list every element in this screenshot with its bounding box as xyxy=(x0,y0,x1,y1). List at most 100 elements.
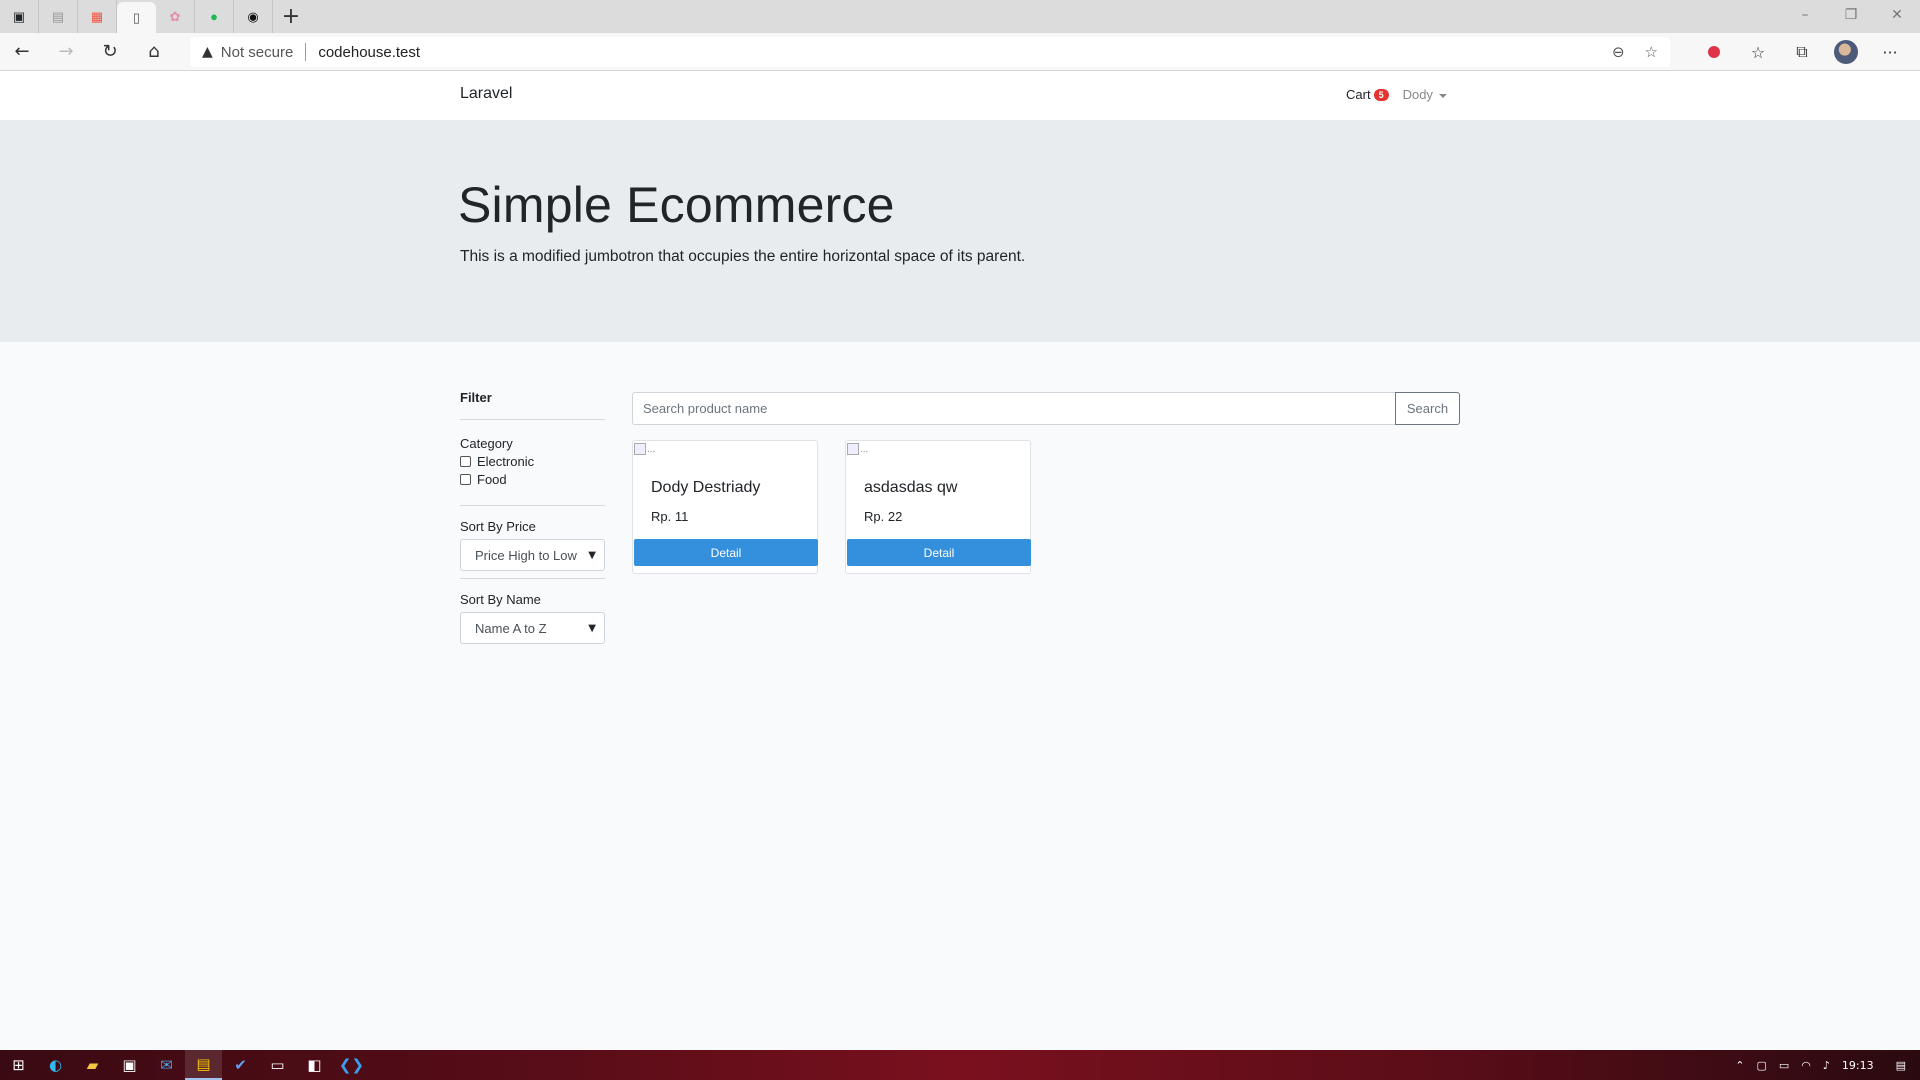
brand-link[interactable]: Laravel xyxy=(460,85,512,103)
extension-button[interactable] xyxy=(1692,33,1736,71)
browser-tab[interactable]: ▦ xyxy=(78,0,117,33)
taskbar-app-mail[interactable]: ✉ xyxy=(148,1050,185,1080)
browser-tab-strip: ▣ ▤ ▦ ▯ ✿ ● ◉ + – ❐ ✕ xyxy=(0,0,1920,33)
github-icon: ◉ xyxy=(247,9,259,24)
chevron-up-icon[interactable]: ⌃ xyxy=(1735,1059,1744,1072)
wifi-icon[interactable]: ◠ xyxy=(1801,1059,1811,1072)
taskbar-app-sticky[interactable]: ▤ xyxy=(185,1050,222,1080)
category-option-electronic[interactable]: Electronic xyxy=(460,454,605,469)
device-icon[interactable]: ▢ xyxy=(1756,1059,1766,1072)
divider xyxy=(460,419,605,420)
close-window-button[interactable]: ✕ xyxy=(1874,0,1920,30)
cart-link[interactable]: Cart 5 xyxy=(1346,87,1389,102)
page-icon: ▤ xyxy=(51,9,65,24)
address-separator xyxy=(305,43,307,61)
detail-button[interactable]: Detail xyxy=(634,539,818,566)
collections-button[interactable]: ⧉ xyxy=(1780,33,1824,71)
product-image: ... xyxy=(634,443,655,455)
forward-button[interactable]: → xyxy=(44,33,88,71)
browser-tab[interactable]: ▤ xyxy=(39,0,78,33)
folder-icon: ▰ xyxy=(86,1056,99,1074)
sort-price-select[interactable]: Price High to Low ▼ xyxy=(460,539,605,571)
favorites-button[interactable]: ☆ xyxy=(1736,33,1780,71)
back-arrow-icon: ← xyxy=(14,41,30,62)
taskbar-app-store[interactable]: ▣ xyxy=(111,1050,148,1080)
security-label[interactable]: Not secure xyxy=(221,44,294,61)
broken-image-icon xyxy=(847,443,859,455)
reload-button[interactable]: ↻ xyxy=(88,33,132,71)
windows-icon: ⊞ xyxy=(12,1056,25,1074)
sort-name-select[interactable]: Name A to Z ▼ xyxy=(460,612,605,644)
forward-arrow-icon: → xyxy=(58,41,74,62)
new-tab-button[interactable]: + xyxy=(273,0,309,33)
taskbar-app-terminal[interactable]: ▭ xyxy=(259,1050,296,1080)
product-name: asdasdas qw xyxy=(864,479,958,496)
divider xyxy=(460,505,605,506)
restore-button[interactable]: ❐ xyxy=(1828,0,1874,30)
food-checkbox[interactable] xyxy=(460,474,471,485)
record-icon xyxy=(1708,46,1720,58)
nav-right: Cart 5 Dody xyxy=(1346,87,1447,102)
profile-button[interactable] xyxy=(1824,33,1868,71)
check-icon: ✔ xyxy=(234,1056,247,1074)
avatar xyxy=(1834,40,1858,64)
broken-image-icon xyxy=(634,443,646,455)
favorites-icon: ☆ xyxy=(1750,42,1766,62)
site-navbar: Laravel Cart 5 Dody xyxy=(0,71,1920,120)
cart-label: Cart xyxy=(1346,87,1371,102)
browser-toolbar: ← → ↻ ⌂ ▲ Not secure codehouse.test ⊖ ☆ … xyxy=(0,33,1920,71)
address-bar[interactable]: ▲ Not secure codehouse.test ⊖ ☆ xyxy=(190,37,1670,67)
filter-sidebar: Filter Category Electronic Food Sort By … xyxy=(460,390,605,644)
settings-more-button[interactable]: ··· xyxy=(1868,33,1912,71)
minimize-button[interactable]: – xyxy=(1782,0,1828,30)
home-button[interactable]: ⌂ xyxy=(132,33,176,71)
home-icon: ⌂ xyxy=(148,41,160,62)
filter-title: Filter xyxy=(460,390,492,405)
add-favorite-icon[interactable]: ☆ xyxy=(1645,43,1658,61)
unity-icon: ◧ xyxy=(307,1056,322,1074)
zoom-out-icon[interactable]: ⊖ xyxy=(1612,43,1625,61)
terminal-icon: ▭ xyxy=(270,1056,285,1074)
chevron-down-icon: ▼ xyxy=(588,549,596,561)
start-button[interactable]: ⊞ xyxy=(0,1050,37,1080)
category-option-food[interactable]: Food xyxy=(460,472,605,487)
window-controls: – ❐ ✕ xyxy=(1782,0,1920,30)
taskbar-app-unity[interactable]: ◧ xyxy=(296,1050,333,1080)
divider xyxy=(460,578,605,579)
taskbar-app-vscode[interactable]: ❮❯ xyxy=(333,1050,370,1080)
badge-icon: ● xyxy=(210,9,218,24)
product-price: Rp. 11 xyxy=(651,509,689,524)
browser-tab[interactable]: ● xyxy=(195,0,234,33)
reload-icon: ↻ xyxy=(102,41,118,62)
more-icon: ··· xyxy=(1882,42,1898,62)
taskbar-app-todo[interactable]: ✔ xyxy=(222,1050,259,1080)
edge-icon: ◐ xyxy=(48,1056,63,1074)
electronic-checkbox[interactable] xyxy=(460,456,471,467)
taskbar-app-edge[interactable]: ◐ xyxy=(37,1050,74,1080)
user-dropdown[interactable]: Dody xyxy=(1403,87,1447,102)
tab-actions-button[interactable]: ▣ xyxy=(0,0,39,33)
product-card: ... asdasdas qw Rp. 22 Detail xyxy=(845,440,1031,574)
jumbotron: Simple Ecommerce This is a modified jumb… xyxy=(0,120,1920,342)
checkbox-label: Electronic xyxy=(477,454,535,469)
windows-taskbar: ⊞ ◐ ▰ ▣ ✉ ▤ ✔ ▭ ◧ ❮❯ ⌃ ▢ ▭ ◠ ♪ 19:13 ▤ xyxy=(0,1050,1920,1080)
volume-icon[interactable]: ♪ xyxy=(1823,1059,1830,1072)
sort-price-label: Sort By Price xyxy=(460,519,536,534)
tab-actions-icon: ▣ xyxy=(12,9,26,24)
taskbar-app-explorer[interactable]: ▰ xyxy=(74,1050,111,1080)
battery-icon[interactable]: ▭ xyxy=(1779,1059,1789,1072)
browser-tab[interactable]: ✿ xyxy=(156,0,195,33)
url-text[interactable]: codehouse.test xyxy=(318,44,420,61)
detail-button[interactable]: Detail xyxy=(847,539,1031,566)
system-tray: ⌃ ▢ ▭ ◠ ♪ 19:13 ▤ xyxy=(1729,1050,1920,1080)
browser-tab-active[interactable]: ▯ xyxy=(117,2,156,33)
search-button[interactable]: Search xyxy=(1395,392,1460,425)
back-button[interactable]: ← xyxy=(0,33,44,71)
search-input[interactable]: Search product name xyxy=(632,392,1396,425)
clock[interactable]: 19:13 xyxy=(1842,1059,1874,1072)
jumbotron-lead: This is a modified jumbotron that occupi… xyxy=(460,248,1026,265)
browser-tab[interactable]: ◉ xyxy=(234,0,273,33)
notifications-icon[interactable]: ▤ xyxy=(1896,1059,1906,1072)
flower-icon: ✿ xyxy=(169,9,181,24)
checkbox-label: Food xyxy=(477,472,507,487)
